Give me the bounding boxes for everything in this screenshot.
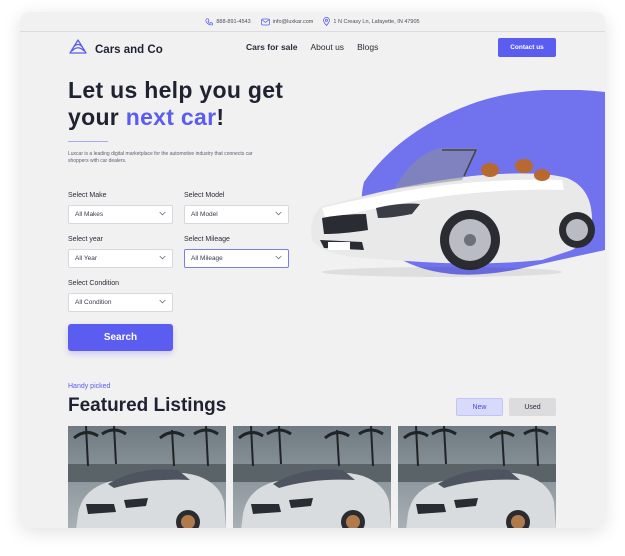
hero-title-line2: your next car! (68, 104, 283, 131)
make-label: Select Make (68, 192, 107, 199)
listing-car-photo (398, 426, 556, 528)
chevron-down-icon (159, 211, 166, 218)
hero-title: Let us help you get your next car! (68, 77, 283, 131)
address-text: 1 N Creasy Ln, Lafayette, IN 47905 (333, 18, 420, 25)
listing-card[interactable] (68, 426, 226, 528)
hero-title-suffix: ! (216, 104, 225, 130)
nav-link-blogs[interactable]: Blogs (357, 42, 378, 52)
listing-car-photo (233, 426, 391, 528)
phone-number: 888-891-4543 (216, 18, 251, 25)
phone-icon (205, 17, 214, 26)
hero-title-line1: Let us help you get (68, 77, 284, 103)
logo-icon (68, 39, 88, 60)
condition-label: Select Condition (68, 280, 119, 287)
brand-logo[interactable]: Cars and Co (68, 39, 163, 60)
nav-link-about-us[interactable]: About us (311, 42, 345, 52)
tab-used[interactable]: Used (509, 398, 556, 416)
condition-select[interactable]: All Condition (68, 293, 173, 312)
make-value: All Makes (75, 211, 104, 218)
address-contact[interactable]: 1 N Creasy Ln, Lafayette, IN 47905 (323, 17, 420, 26)
email-address: info@luxkar.com (272, 18, 314, 25)
mileage-select[interactable]: All Mileage (184, 249, 289, 268)
condition-filter: Select Condition All Condition (68, 280, 173, 312)
hero-car-image (302, 89, 605, 295)
make-select[interactable]: All Makes (68, 205, 173, 224)
mileage-label: Select Mileage (184, 236, 230, 243)
year-value: All Year (75, 255, 98, 262)
listing-car-photo (68, 426, 226, 528)
page-frame: 888-891-4543 info@luxkar.com 1 N Creasy … (20, 12, 605, 528)
brand-name: Cars and Co (95, 43, 163, 56)
year-label: Select year (68, 236, 104, 243)
model-value: All Model (191, 211, 218, 218)
chevron-down-icon (159, 299, 166, 306)
contact-bar: 888-891-4543 info@luxkar.com 1 N Creasy … (20, 12, 605, 32)
hero-divider (68, 141, 108, 142)
chevron-down-icon (275, 255, 282, 262)
hero-title-accent: next car (125, 104, 217, 130)
hero-title-prefix: your (68, 104, 126, 130)
listing-card[interactable] (398, 426, 556, 528)
mail-icon (260, 18, 270, 26)
phone-contact[interactable]: 888-891-4543 (205, 17, 251, 26)
listing-card[interactable] (233, 426, 391, 528)
featured-title: Featured Listings (68, 395, 227, 416)
location-icon (323, 17, 331, 26)
year-filter: Select year All Year (68, 236, 173, 268)
condition-value: All Condition (75, 299, 112, 306)
mileage-value: All Mileage (191, 255, 223, 262)
mileage-filter: Select Mileage All Mileage (184, 236, 289, 268)
main-nav: Cars and Co Cars for sale About us Blogs… (20, 32, 605, 66)
tab-new[interactable]: New (456, 398, 503, 416)
email-contact[interactable]: info@luxkar.com (260, 18, 314, 26)
hero-description: Luxcar is a leading digital marketplace … (68, 151, 253, 164)
contact-us-button[interactable]: Contact us (498, 38, 556, 57)
make-filter: Select Make All Makes (68, 192, 173, 224)
featured-eyebrow: Handy picked (68, 383, 111, 390)
chevron-down-icon (275, 211, 282, 218)
model-select[interactable]: All Model (184, 205, 289, 224)
search-button[interactable]: Search (68, 324, 173, 351)
model-label: Select Model (184, 192, 225, 199)
nav-link-cars-for-sale[interactable]: Cars for sale (246, 42, 298, 52)
chevron-down-icon (159, 255, 166, 262)
model-filter: Select Model All Model (184, 192, 289, 224)
nav-links: Cars for sale About us Blogs (246, 42, 378, 52)
year-select[interactable]: All Year (68, 249, 173, 268)
